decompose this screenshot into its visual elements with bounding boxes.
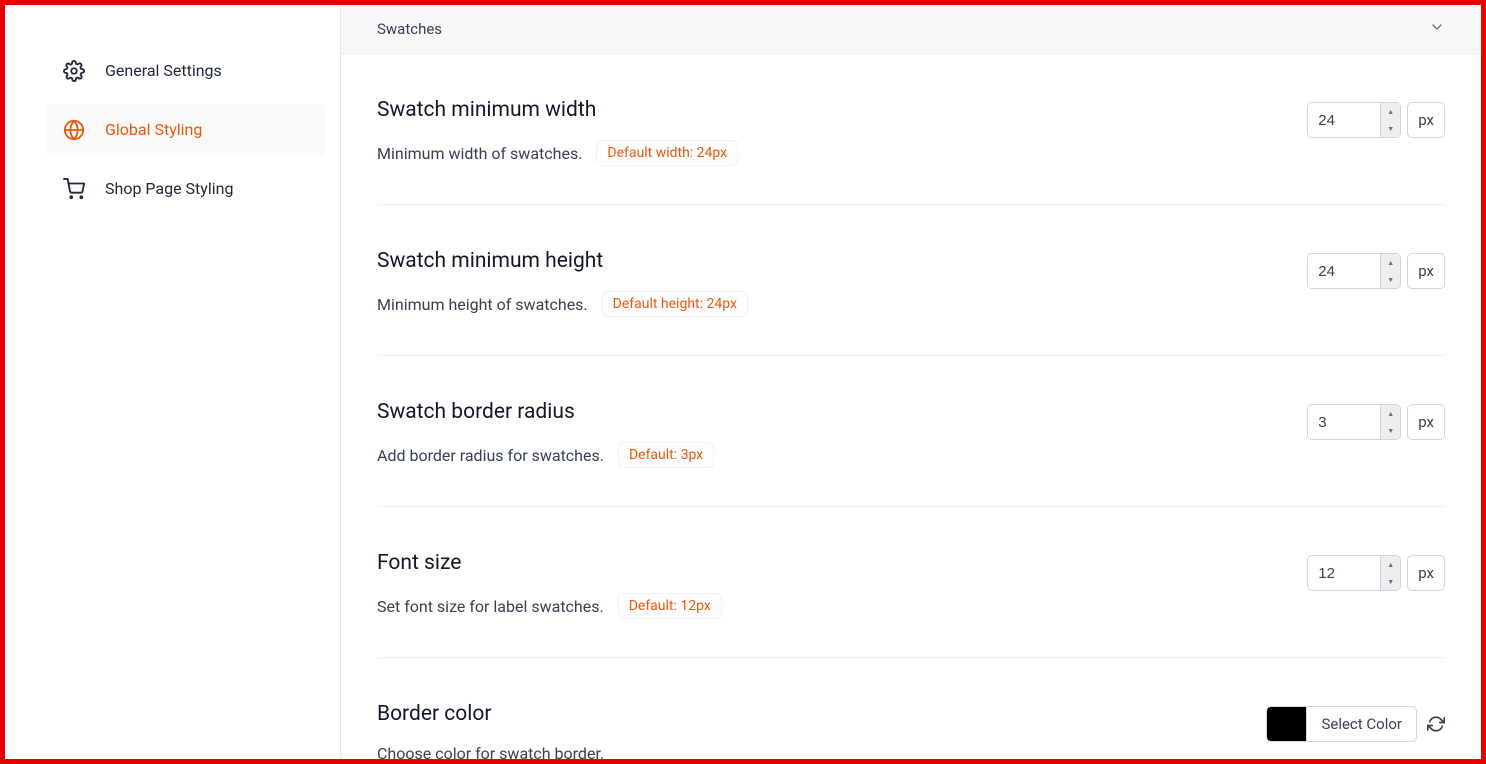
setting-desc: Minimum width of swatches. <box>377 144 582 163</box>
select-color-button[interactable]: Select Color <box>1307 707 1416 741</box>
stepper-down-icon[interactable]: ▼ <box>1381 422 1400 439</box>
section-title: Swatches <box>377 20 442 38</box>
color-picker[interactable]: Select Color <box>1266 706 1417 742</box>
setting-row-font-size: Font size Set font size for label swatch… <box>377 507 1445 658</box>
setting-row-swatch-min-height: Swatch minimum height Minimum height of … <box>377 205 1445 356</box>
swatch-min-height-input[interactable] <box>1308 254 1380 288</box>
number-input[interactable]: ▲ ▼ <box>1307 555 1401 591</box>
sidebar-item-shop-page-styling[interactable]: Shop Page Styling <box>45 163 325 214</box>
color-swatch[interactable] <box>1267 707 1307 741</box>
stepper-up-icon[interactable]: ▲ <box>1381 103 1400 120</box>
setting-title: Swatch border radius <box>377 400 1277 424</box>
sidebar-item-label: General Settings <box>105 61 222 80</box>
stepper-down-icon[interactable]: ▼ <box>1381 271 1400 288</box>
refresh-icon <box>1427 715 1445 733</box>
cart-icon <box>63 178 85 200</box>
default-badge: Default: 3px <box>618 442 714 468</box>
setting-title: Swatch minimum height <box>377 249 1277 273</box>
stepper-down-icon[interactable]: ▼ <box>1381 120 1400 137</box>
stepper-down-icon[interactable]: ▼ <box>1381 573 1400 590</box>
setting-title: Font size <box>377 551 1277 575</box>
setting-desc: Minimum height of swatches. <box>377 295 588 314</box>
unit-label: px <box>1407 404 1445 440</box>
sidebar-item-global-styling[interactable]: Global Styling <box>45 104 325 155</box>
setting-desc: Choose color for swatch border. <box>377 744 604 759</box>
stepper-up-icon[interactable]: ▲ <box>1381 254 1400 271</box>
unit-label: px <box>1407 253 1445 289</box>
setting-row-swatch-border-radius: Swatch border radius Add border radius f… <box>377 356 1445 507</box>
font-size-input[interactable] <box>1308 556 1380 590</box>
reset-color-button[interactable] <box>1427 715 1445 733</box>
default-badge: Default: 12px <box>618 593 722 619</box>
number-input[interactable]: ▲ ▼ <box>1307 404 1401 440</box>
setting-title: Border color <box>377 702 1236 726</box>
default-badge: Default height: 24px <box>602 291 748 317</box>
setting-desc: Add border radius for swatches. <box>377 446 604 465</box>
gear-icon <box>63 60 85 82</box>
setting-row-swatch-min-width: Swatch minimum width Minimum width of sw… <box>377 54 1445 205</box>
main-panel: Swatches Swatch minimum width Minimum wi… <box>340 5 1481 759</box>
default-badge: Default width: 24px <box>596 140 738 166</box>
setting-row-border-color: Border color Choose color for swatch bor… <box>377 658 1445 759</box>
stepper-up-icon[interactable]: ▲ <box>1381 556 1400 573</box>
unit-label: px <box>1407 102 1445 138</box>
number-input[interactable]: ▲ ▼ <box>1307 253 1401 289</box>
swatch-min-width-input[interactable] <box>1308 103 1380 137</box>
chevron-down-icon <box>1429 19 1445 39</box>
setting-title: Swatch minimum width <box>377 98 1277 122</box>
number-input[interactable]: ▲ ▼ <box>1307 102 1401 138</box>
stepper-up-icon[interactable]: ▲ <box>1381 405 1400 422</box>
settings-body: Swatch minimum width Minimum width of sw… <box>341 54 1481 759</box>
globe-icon <box>63 119 85 141</box>
swatch-border-radius-input[interactable] <box>1308 405 1380 439</box>
sidebar-item-general-settings[interactable]: General Settings <box>45 45 325 96</box>
section-header[interactable]: Swatches <box>341 5 1481 54</box>
sidebar-item-label: Global Styling <box>105 120 202 139</box>
sidebar: General Settings Global Styling Shop Pag… <box>5 5 340 759</box>
unit-label: px <box>1407 555 1445 591</box>
sidebar-item-label: Shop Page Styling <box>105 179 233 198</box>
setting-desc: Set font size for label swatches. <box>377 597 604 616</box>
